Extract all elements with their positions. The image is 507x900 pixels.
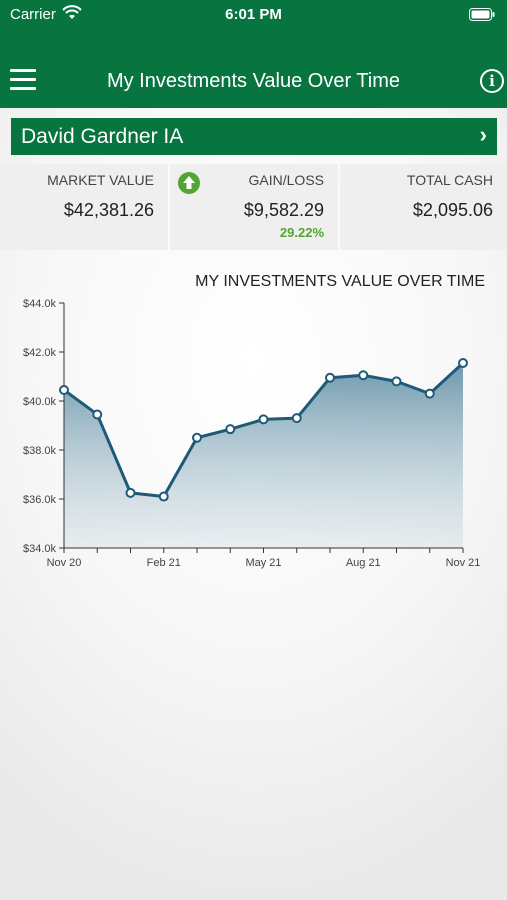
status-time: 6:01 PM [225,6,282,23]
status-bar: Carrier 6:01 PM [0,0,507,30]
data-point [291,413,302,424]
x-tick-label: May 21 [245,557,281,569]
data-point [225,424,236,435]
y-tick-label: $44.0k [23,298,57,310]
gain-loss-amount: $9,582.29 [243,200,324,220]
battery-icon [469,8,495,21]
market-value-label: MARKET VALUE [47,172,154,188]
nav-bar: My Investments Value Over Time i [0,30,507,108]
x-tick-label: Nov 20 [47,557,82,569]
market-value-card: MARKET VALUE $42,381.26 [0,164,168,250]
chart-title: MY INVESTMENTS VALUE OVER TIME [195,273,485,290]
data-point [391,376,402,387]
data-point [258,414,269,425]
data-point [192,432,202,443]
market-value-amount: $42,381.26 [63,200,154,220]
area-fill [64,363,463,548]
total-cash-amount: $2,095.06 [412,200,493,220]
data-point [358,370,369,381]
chevron-right-icon: › [479,122,487,147]
x-tick-label: Feb 21 [147,557,181,569]
gain-loss-percent: 29.22% [279,225,324,240]
account-name: David Gardner IA [21,125,184,148]
data-point [325,372,335,383]
page-title: My Investments Value Over Time [106,70,401,92]
arrow-up-icon [178,172,200,194]
y-tick-label: $38.0k [23,445,57,457]
y-tick-label: $42.0k [23,347,57,359]
total-cash-label: TOTAL CASH [406,172,493,188]
gain-loss-card: GAIN/LOSS $9,582.29 29.22% [170,164,338,250]
y-tick-label: $40.0k [23,396,57,408]
summary-cards: MARKET VALUE $42,381.26 GAIN/LOSS $9,582… [0,164,507,250]
hamburger-menu-icon[interactable] [10,69,36,91]
data-point [458,358,468,369]
y-tick-label: $34.0k [23,543,57,555]
total-cash-card: TOTAL CASH $2,095.06 [340,164,507,250]
data-point [158,491,169,502]
x-tick-label: Aug 21 [346,557,381,569]
x-tick-label: Nov 21 [446,557,481,569]
investment-value-chart: $34.0k $36.0k $38.0k $40.0k $42.0k $44.0k Nov … [23,298,481,569]
data-point [92,409,103,420]
y-tick-label: $36.0k [23,494,57,506]
info-icon[interactable]: i [480,69,504,93]
data-point [125,487,136,498]
account-selector[interactable]: David Gardner IA › [11,118,497,155]
data-point [59,384,69,395]
gain-loss-label: GAIN/LOSS [248,172,324,188]
data-point [424,388,435,399]
